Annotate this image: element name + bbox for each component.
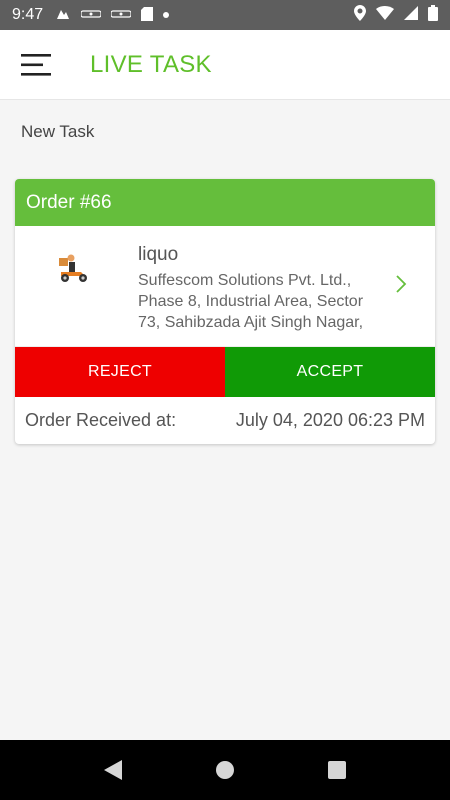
page-title: LIVE TASK xyxy=(90,50,212,78)
location-icon xyxy=(354,4,366,26)
dot-icon xyxy=(163,10,170,21)
order-header: Order #66 xyxy=(15,179,435,226)
app-bar: LIVE TASK xyxy=(0,30,450,100)
signal-icon xyxy=(404,5,418,25)
delivery-scooter-icon xyxy=(55,252,95,286)
order-received-row: Order Received at: July 04, 2020 06:23 P… xyxy=(15,397,435,444)
notification-icon xyxy=(55,7,71,24)
reject-button[interactable]: REJECT xyxy=(15,347,225,397)
hamburger-menu-icon xyxy=(21,53,51,76)
back-icon[interactable] xyxy=(101,758,125,782)
sd-card-icon xyxy=(141,6,154,24)
received-timestamp: July 04, 2020 06:23 PM xyxy=(235,410,425,430)
accept-button[interactable]: ACCEPT xyxy=(225,347,435,397)
section-label: New Task xyxy=(21,122,95,141)
apps-icon xyxy=(80,8,102,23)
status-time: 9:47 xyxy=(12,6,44,23)
store-address: Suffescom Solutions Pvt. Ltd., Phase 8, … xyxy=(138,272,364,331)
menu-button[interactable] xyxy=(8,37,64,93)
received-label: Order Received at: xyxy=(25,410,177,430)
status-bar: 9:47 xyxy=(0,0,450,30)
battery-icon xyxy=(428,4,438,26)
order-details[interactable]: liquo Suffescom Solutions Pvt. Ltd., Pha… xyxy=(15,226,435,347)
order-actions: REJECT ACCEPT xyxy=(15,347,435,397)
chevron-right-icon[interactable] xyxy=(395,274,407,299)
recents-icon[interactable] xyxy=(325,758,349,782)
apps-icon-2 xyxy=(110,8,132,23)
store-name: liquo xyxy=(138,244,179,265)
wifi-icon xyxy=(376,5,394,25)
order-card: Order #66 liquo Suffescom Solutions Pvt.… xyxy=(15,179,435,444)
home-icon[interactable] xyxy=(213,758,237,782)
system-nav-bar xyxy=(0,740,450,800)
